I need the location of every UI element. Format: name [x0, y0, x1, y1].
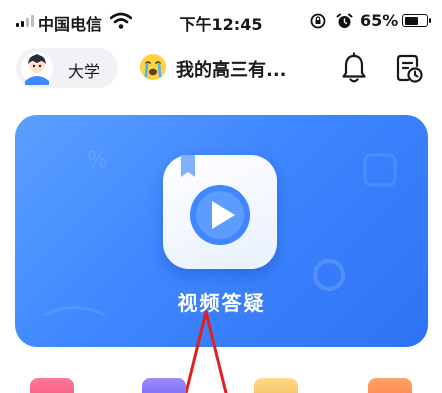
history-icon[interactable] [394, 52, 424, 84]
svg-text:%: % [87, 148, 108, 173]
grade-selector[interactable]: 大学 [16, 48, 118, 88]
book-icon[interactable] [30, 378, 74, 393]
page-title[interactable]: 我的高三有... [176, 56, 287, 82]
grade-label: 大学 [68, 62, 101, 81]
rotation-lock-icon [310, 13, 326, 29]
video-play-icon [163, 155, 277, 269]
bell-icon[interactable] [340, 52, 368, 84]
alarm-icon [336, 13, 353, 28]
calendar-icon[interactable] [368, 378, 412, 393]
battery-icon [402, 14, 431, 27]
status-bar: 中国电信 下午12:45 65% [0, 0, 442, 40]
student-avatar-icon [21, 52, 53, 85]
battery-percentage: 65% [360, 11, 399, 30]
crying-face-icon [140, 54, 166, 80]
folder-icon[interactable] [254, 378, 298, 393]
search-icon[interactable] [142, 378, 186, 393]
red-arrow-annotation [184, 310, 228, 393]
